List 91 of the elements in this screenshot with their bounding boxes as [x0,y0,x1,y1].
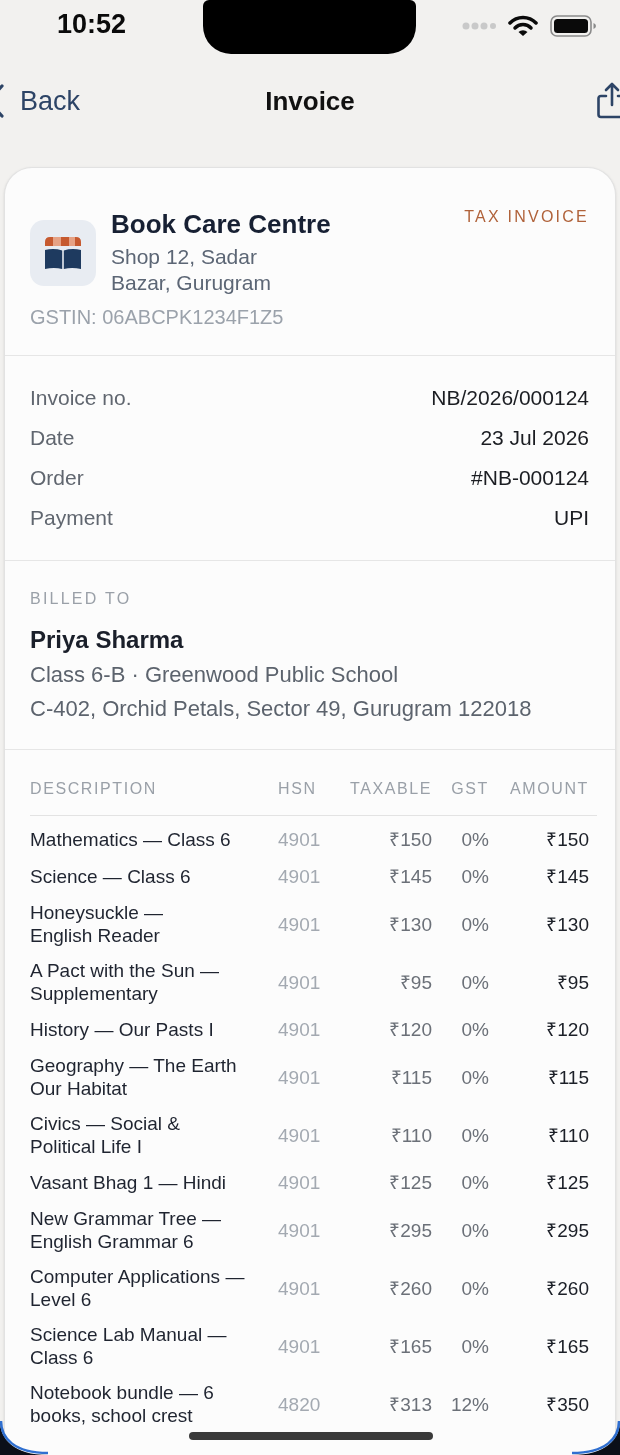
hsn-code: 4901 [278,1018,322,1041]
item-description: Vasant Bhag 1 — Hindi [30,1171,228,1194]
item-description: Honeysuckle — English Reader [30,901,165,947]
hsn-code: 4901 [278,1123,322,1147]
section-heading: BILLED TO [30,589,133,609]
screen-title: Invoice [265,85,355,118]
hsn-code: 4901 [278,1334,322,1358]
item-amount: ₹95 [555,970,589,994]
taxable-value: ₹260 [388,1276,432,1300]
item-amount: ₹110 [546,1123,589,1147]
gst-rate: 0% [460,1171,489,1194]
hsn-code: 4901 [278,970,322,994]
gst-rate: 0% [460,912,489,936]
detail-value: NB/2026/000124 [431,385,589,412]
wifi-icon [508,15,538,37]
gst-rate: 12% [449,1392,489,1416]
book-shop-logo-icon [30,219,96,286]
column-header: TAXABLE [348,779,432,799]
hsn-code: 4901 [278,1276,322,1300]
item-description: New Grammar Tree — English Grammar 6 [30,1207,223,1253]
item-description: A Pact with the Sun — Supplementary [30,959,221,1005]
item-amount: ₹295 [545,1218,589,1242]
detail-label: Date [30,425,75,452]
column-header: GST [450,779,489,799]
item-description: History — Our Pasts I [30,1018,215,1041]
customer-name: Priya Sharma [30,625,185,655]
detail-value: 23 Jul 2026 [480,425,589,452]
gst-rate: 0% [460,1123,489,1147]
gstin-text: GSTIN: 06ABCPK1234F1Z5 [30,305,285,329]
taxable-value: ₹125 [388,1171,432,1194]
item-amount: ₹120 [545,1018,589,1041]
taxable-value: ₹110 [389,1123,432,1147]
gst-rate: 0% [460,1276,489,1300]
customer-detail: Class 6-B · Greenwood Public School [30,661,400,689]
screen-corner-drawing [572,1421,620,1455]
detail-label: Order [30,465,84,492]
hsn-code: 4901 [278,1171,322,1194]
detail-value: UPI [554,505,589,532]
gst-rate: 0% [460,1218,489,1242]
item-amount: ₹125 [545,1171,589,1194]
gst-rate: 0% [460,1018,489,1041]
signal-icon [462,22,496,30]
item-description: Mathematics — Class 6 [30,828,232,851]
share-button[interactable] [596,81,620,119]
customer-detail: C-402, Orchid Petals, Sector 49, Gurugram 122018 [30,695,533,723]
item-description: Computer Applications — Level 6 [30,1265,246,1311]
taxable-value: ₹145 [388,865,432,888]
item-amount: ₹145 [545,865,589,888]
hsn-code: 4901 [278,828,322,851]
gst-rate: 0% [460,1065,489,1089]
hsn-code: 4901 [278,1065,322,1089]
detail-label: Payment [30,505,113,532]
column-header: AMOUNT [509,779,589,799]
hsn-code: 4901 [278,865,322,888]
item-amount: ₹150 [545,828,589,851]
store-address: Shop 12, Sadar Bazar, Gurugram [111,244,272,296]
share-icon [596,81,620,119]
item-amount: ₹350 [545,1392,589,1416]
taxable-value: ₹115 [389,1065,432,1089]
hsn-code: 4820 [278,1392,322,1416]
item-amount: ₹115 [546,1065,589,1089]
store-name: Book Care Centre [111,209,331,239]
item-amount: ₹260 [545,1276,589,1300]
item-amount: ₹130 [545,912,589,936]
taxable-value: ₹130 [388,912,432,936]
detail-label: Invoice no. [30,385,132,412]
taxable-value: ₹295 [388,1218,432,1242]
back-button[interactable]: Back [0,84,81,118]
gst-rate: 0% [460,865,489,888]
column-header: HSN [278,779,318,799]
battery-icon [550,15,596,37]
gst-rate: 0% [460,828,489,851]
item-description: Civics — Social & Political Life I [30,1112,181,1158]
hsn-code: 4901 [278,912,322,936]
item-description: Science Lab Manual — Class 6 [30,1323,228,1369]
column-header: DESCRIPTION [30,779,158,799]
gst-rate: 0% [460,1334,489,1358]
status-time: 10:52 [57,8,127,40]
item-description: Notebook bundle — 6 books, school crest [30,1381,215,1427]
item-description: Geography — The Earth Our Habitat [30,1054,238,1100]
document-type-label: TAX INVOICE [464,207,589,227]
taxable-value: ₹165 [388,1334,432,1358]
hsn-code: 4901 [278,1218,322,1242]
item-amount: ₹165 [545,1334,589,1358]
taxable-value: ₹120 [388,1018,432,1041]
taxable-value: ₹150 [388,828,432,851]
detail-value: #NB-000124 [471,465,589,492]
item-description: Science — Class 6 [30,865,192,888]
taxable-value: ₹95 [398,970,432,994]
gst-rate: 0% [460,970,489,994]
taxable-value: ₹313 [388,1392,432,1416]
